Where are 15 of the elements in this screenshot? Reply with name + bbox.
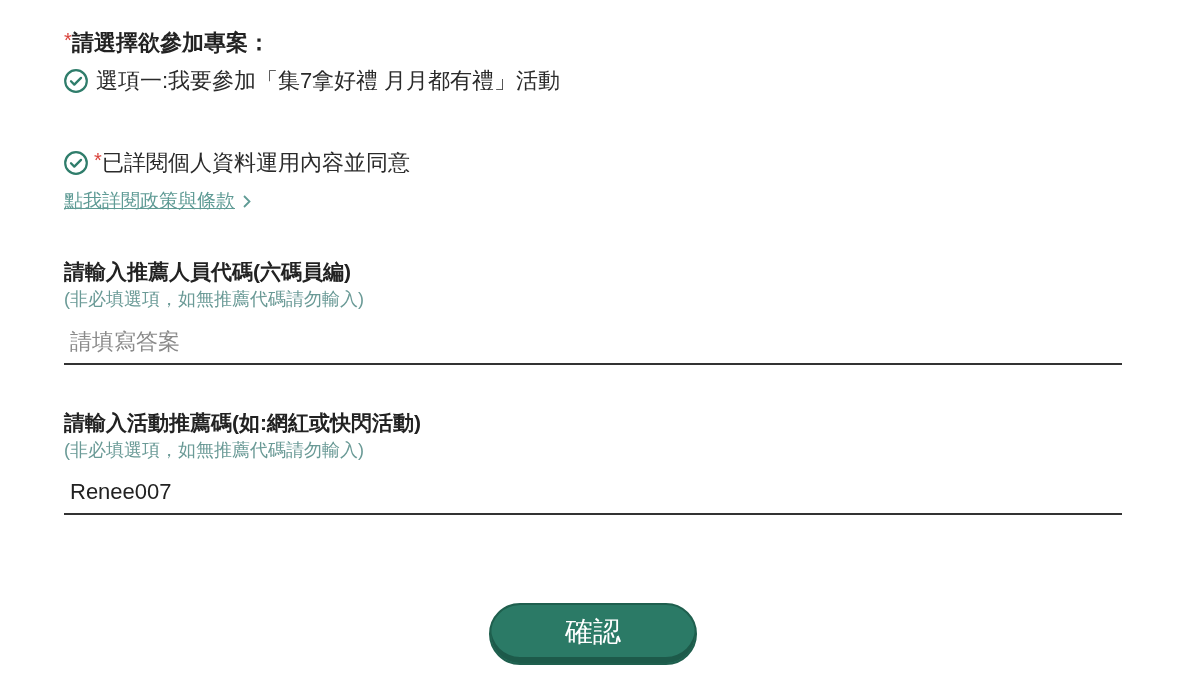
required-asterisk: * <box>94 150 102 170</box>
chevron-right-icon <box>243 194 251 208</box>
question-title: 請選擇欲參加專案： <box>71 29 270 57</box>
check-circle-icon[interactable] <box>64 69 88 93</box>
input-field[interactable]: 請填寫答案 <box>64 321 1122 365</box>
field-hint: (非必填選項，如無推薦代碼請勿輸入) <box>64 439 365 461</box>
option-label[interactable]: 選項一:我要參加「集7拿好禮 月月都有禮」活動 <box>96 66 561 96</box>
agreement-label[interactable]: 已詳閱個人資料運用內容並同意 <box>101 148 410 178</box>
field-label: 請輸入活動推薦碼(如:網紅或快閃活動) <box>64 410 422 436</box>
confirm-button[interactable]: 確認 <box>489 603 697 665</box>
field-hint: (非必填選項，如無推薦代碼請勿輸入) <box>64 288 365 310</box>
check-circle-icon[interactable] <box>64 151 88 175</box>
field-label: 請輸入推薦人員代碼(六碼員編) <box>64 259 352 285</box>
input-field[interactable]: Renee007 <box>64 471 1122 515</box>
required-asterisk: * <box>64 30 72 50</box>
